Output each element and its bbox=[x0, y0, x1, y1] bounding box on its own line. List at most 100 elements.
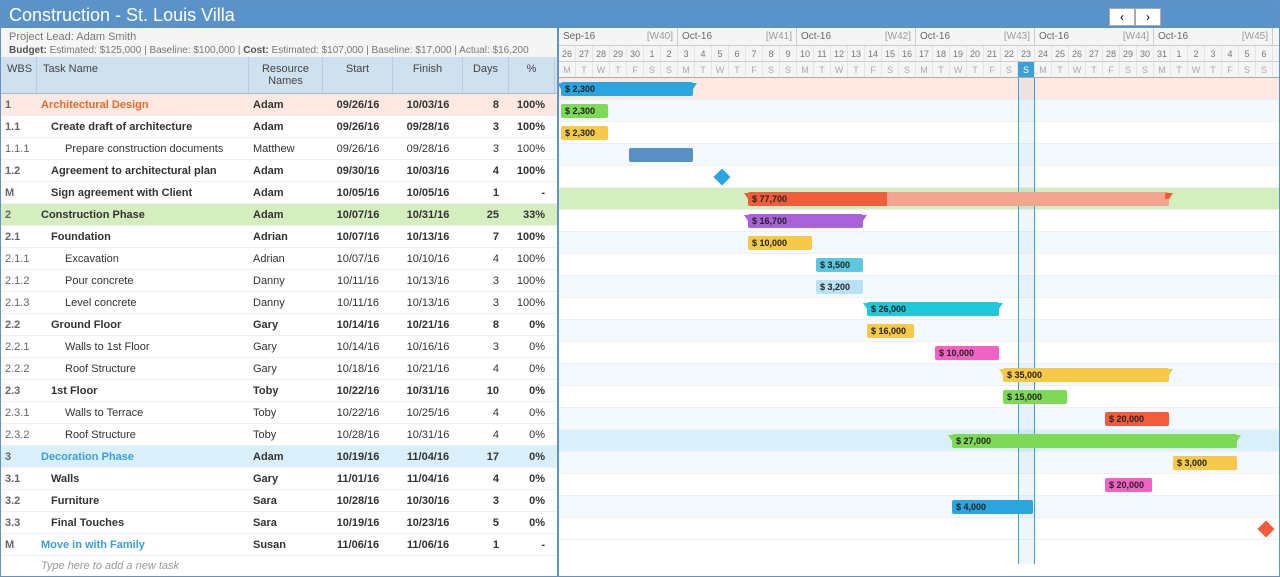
gantt-bar[interactable]: $ 16,700 bbox=[748, 214, 863, 228]
gantt-bar[interactable]: $ 2,300 bbox=[561, 104, 608, 118]
gantt-bar[interactable]: $ 26,000 bbox=[867, 302, 999, 316]
cell-days[interactable]: 5 bbox=[463, 517, 509, 529]
cell-start[interactable]: 10/14/16 bbox=[323, 319, 393, 331]
cell-start[interactable]: 10/19/16 bbox=[323, 451, 393, 463]
col-finish[interactable]: Finish bbox=[393, 57, 463, 93]
cell-start[interactable]: 10/11/16 bbox=[323, 297, 393, 309]
cell-days[interactable]: 17 bbox=[463, 451, 509, 463]
cell-resource[interactable]: Adam bbox=[249, 209, 323, 221]
cell-pct[interactable]: 100% bbox=[509, 231, 555, 243]
timeline-body[interactable]: $ 2,300$ 2,300$ 2,300$ 77,700$ 16,700$ 1… bbox=[559, 78, 1279, 564]
cell-finish[interactable]: 09/28/16 bbox=[393, 143, 463, 155]
gantt-bar[interactable]: $ 16,000 bbox=[867, 324, 914, 338]
cell-start[interactable]: 10/11/16 bbox=[323, 275, 393, 287]
table-row[interactable]: 1.1Create draft of architectureAdam09/26… bbox=[1, 116, 557, 138]
cell-resource[interactable]: Adrian bbox=[249, 231, 323, 243]
cell-resource[interactable]: Susan bbox=[249, 539, 323, 551]
cell-days[interactable]: 10 bbox=[463, 385, 509, 397]
gantt-bar[interactable]: $ 77,700 bbox=[748, 192, 1169, 206]
cell-days[interactable]: 4 bbox=[463, 473, 509, 485]
cell-pct[interactable]: 0% bbox=[509, 363, 555, 375]
cell-task[interactable]: Construction Phase bbox=[37, 209, 249, 221]
cell-resource[interactable]: Adam bbox=[249, 165, 323, 177]
cell-start[interactable]: 10/07/16 bbox=[323, 209, 393, 221]
cell-start[interactable]: 11/06/16 bbox=[323, 539, 393, 551]
cell-pct[interactable]: 0% bbox=[509, 451, 555, 463]
gantt-bar[interactable]: $ 10,000 bbox=[748, 236, 812, 250]
table-row[interactable]: MMove in with FamilySusan11/06/1611/06/1… bbox=[1, 534, 557, 556]
table-row[interactable]: 3.3Final TouchesSara10/19/1610/23/1650% bbox=[1, 512, 557, 534]
cell-resource[interactable]: Toby bbox=[249, 385, 323, 397]
cell-pct[interactable]: 0% bbox=[509, 495, 555, 507]
cell-pct[interactable]: 100% bbox=[509, 253, 555, 265]
table-row[interactable]: 3.2FurnitureSara10/28/1610/30/1630% bbox=[1, 490, 557, 512]
cell-pct[interactable]: 100% bbox=[509, 275, 555, 287]
gantt-bar[interactable]: $ 2,300 bbox=[561, 126, 608, 140]
cell-finish[interactable]: 10/21/16 bbox=[393, 319, 463, 331]
cell-start[interactable]: 10/18/16 bbox=[323, 363, 393, 375]
cell-start[interactable]: 09/26/16 bbox=[323, 99, 393, 111]
cell-finish[interactable]: 10/25/16 bbox=[393, 407, 463, 419]
cell-finish[interactable]: 10/31/16 bbox=[393, 429, 463, 441]
cell-finish[interactable]: 10/23/16 bbox=[393, 517, 463, 529]
cell-resource[interactable]: Adam bbox=[249, 451, 323, 463]
table-row[interactable]: 2.2.2Roof StructureGary10/18/1610/21/164… bbox=[1, 358, 557, 380]
cell-pct[interactable]: 100% bbox=[509, 143, 555, 155]
cell-task[interactable]: Excavation bbox=[37, 253, 249, 265]
cell-days[interactable]: 1 bbox=[463, 187, 509, 199]
gantt-bar[interactable] bbox=[629, 148, 693, 162]
cell-start[interactable]: 09/26/16 bbox=[323, 143, 393, 155]
cell-start[interactable]: 10/14/16 bbox=[323, 341, 393, 353]
cell-finish[interactable]: 10/13/16 bbox=[393, 297, 463, 309]
col-resource[interactable]: Resource Names bbox=[249, 57, 323, 93]
gantt-bar[interactable]: $ 10,000 bbox=[935, 346, 999, 360]
cell-start[interactable]: 09/26/16 bbox=[323, 121, 393, 133]
table-row[interactable]: 2.3.1Walls to TerraceToby10/22/1610/25/1… bbox=[1, 402, 557, 424]
cell-resource[interactable]: Adam bbox=[249, 121, 323, 133]
table-row[interactable]: 1.2Agreement to architectural planAdam09… bbox=[1, 160, 557, 182]
col-days[interactable]: Days bbox=[463, 57, 509, 93]
cell-finish[interactable]: 10/03/16 bbox=[393, 99, 463, 111]
gantt-bar[interactable]: $ 3,200 bbox=[816, 280, 863, 294]
cell-resource[interactable]: Gary bbox=[249, 473, 323, 485]
cell-resource[interactable]: Danny bbox=[249, 275, 323, 287]
cell-task[interactable]: Prepare construction documents bbox=[37, 143, 249, 155]
cell-days[interactable]: 25 bbox=[463, 209, 509, 221]
table-row[interactable]: 3Decoration PhaseAdam10/19/1611/04/16170… bbox=[1, 446, 557, 468]
cell-start[interactable]: 10/19/16 bbox=[323, 517, 393, 529]
nav-prev-button[interactable]: ‹ bbox=[1109, 8, 1135, 26]
cell-pct[interactable]: 0% bbox=[509, 517, 555, 529]
table-row[interactable]: 2Construction PhaseAdam10/07/1610/31/162… bbox=[1, 204, 557, 226]
cell-finish[interactable]: 09/28/16 bbox=[393, 121, 463, 133]
cell-finish[interactable]: 10/03/16 bbox=[393, 165, 463, 177]
cell-resource[interactable]: Matthew bbox=[249, 143, 323, 155]
cell-resource[interactable]: Adam bbox=[249, 187, 323, 199]
cell-resource[interactable]: Sara bbox=[249, 495, 323, 507]
cell-pct[interactable]: 100% bbox=[509, 297, 555, 309]
cell-finish[interactable]: 10/13/16 bbox=[393, 275, 463, 287]
cell-task[interactable]: Walls bbox=[37, 473, 249, 485]
cell-days[interactable]: 3 bbox=[463, 297, 509, 309]
cell-task[interactable]: Move in with Family bbox=[37, 539, 249, 551]
cell-days[interactable]: 3 bbox=[463, 275, 509, 287]
cell-finish[interactable]: 10/30/16 bbox=[393, 495, 463, 507]
cell-finish[interactable]: 11/06/16 bbox=[393, 539, 463, 551]
cell-pct[interactable]: - bbox=[509, 187, 555, 199]
cell-pct[interactable]: 33% bbox=[509, 209, 555, 221]
nav-next-button[interactable]: › bbox=[1135, 8, 1161, 26]
cell-pct[interactable]: 0% bbox=[509, 341, 555, 353]
cell-resource[interactable]: Danny bbox=[249, 297, 323, 309]
cell-finish[interactable]: 10/05/16 bbox=[393, 187, 463, 199]
gantt-bar[interactable]: $ 20,000 bbox=[1105, 412, 1169, 426]
col-start[interactable]: Start bbox=[323, 57, 393, 93]
table-row[interactable]: 2.1.2Pour concreteDanny10/11/1610/13/163… bbox=[1, 270, 557, 292]
table-row[interactable]: 2.3.2Roof StructureToby10/28/1610/31/164… bbox=[1, 424, 557, 446]
table-row[interactable]: 1.1.1Prepare construction documentsMatth… bbox=[1, 138, 557, 160]
gantt-bar[interactable]: $ 35,000 bbox=[1003, 368, 1169, 382]
gantt-bar[interactable]: $ 3,500 bbox=[816, 258, 863, 272]
cell-task[interactable]: Sign agreement with Client bbox=[37, 187, 249, 199]
cell-start[interactable]: 09/30/16 bbox=[323, 165, 393, 177]
cell-task[interactable]: Foundation bbox=[37, 231, 249, 243]
cell-task[interactable]: Furniture bbox=[37, 495, 249, 507]
col-pct[interactable]: % bbox=[509, 57, 555, 93]
